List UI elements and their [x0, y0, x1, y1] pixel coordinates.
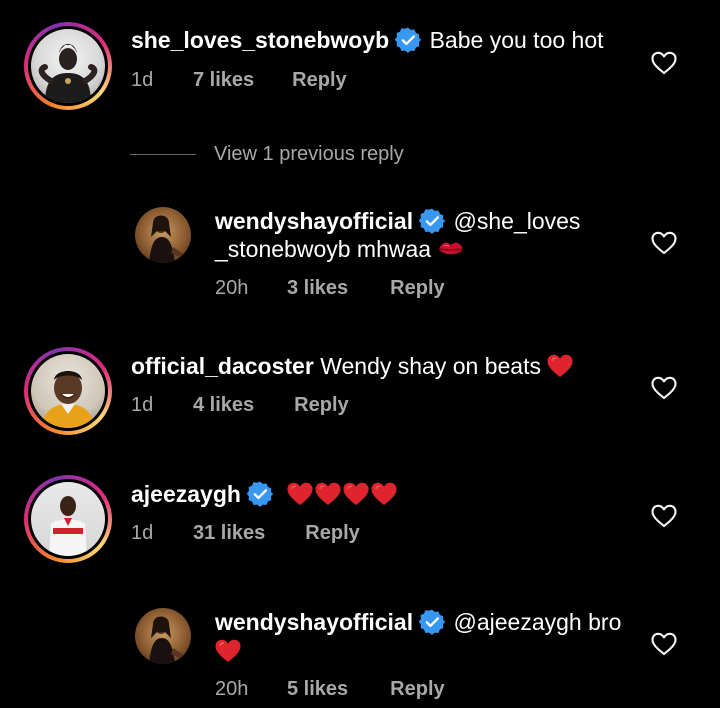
like-heart-icon[interactable] [651, 504, 677, 528]
reply-button[interactable]: Reply [292, 68, 346, 92]
verified-badge-icon [395, 27, 421, 53]
comment-meta: 1d 7 likes Reply [131, 68, 347, 92]
comment-text-line: ajeezaygh [131, 480, 397, 509]
red-heart-emoji [371, 482, 397, 506]
comment-body: Wendy shay on beats [320, 353, 541, 379]
mention-link[interactable]: @she_loves [454, 208, 581, 234]
verified-badge-icon [419, 208, 445, 234]
avatar-image [149, 215, 185, 263]
avatar[interactable] [31, 354, 105, 428]
story-ring[interactable] [24, 475, 112, 563]
username[interactable]: she_loves_stonebwoyb [131, 27, 389, 53]
comment-body-emojis [287, 481, 397, 507]
reply-button[interactable]: Reply [390, 276, 444, 300]
reply-button[interactable]: Reply [390, 677, 444, 701]
like-heart-icon[interactable] [651, 231, 677, 255]
kiss-mark-emoji [437, 237, 465, 261]
avatar[interactable] [135, 207, 191, 263]
red-heart-emoji [343, 482, 369, 506]
likes-count[interactable]: 5 likes [287, 677, 348, 701]
comment-body: @ajeezaygh bro [453, 609, 622, 635]
likes-count[interactable]: 7 likes [193, 68, 254, 92]
red-heart-emoji [287, 482, 313, 506]
red-heart-emoji [547, 354, 573, 378]
comment-meta: 20h 3 likes Reply [215, 276, 445, 300]
comment-body: Babe you too hot [429, 27, 604, 53]
username[interactable]: ajeezaygh [131, 481, 241, 507]
comment-text-line-2: _stonebwoyb mhwaa [215, 235, 465, 264]
red-heart-emoji [315, 482, 341, 506]
story-ring[interactable] [24, 22, 112, 110]
reply-button[interactable]: Reply [305, 521, 359, 545]
divider-line [130, 153, 196, 155]
verified-badge-icon [247, 481, 273, 507]
timestamp: 1d [131, 69, 154, 91]
timestamp: 1d [131, 522, 154, 544]
comment-body: _stonebwoyb mhwaa [215, 236, 432, 262]
username[interactable]: wendyshayofficial [215, 208, 413, 234]
comment-meta: 1d 4 likes Reply [131, 393, 349, 417]
avatar-image [38, 44, 98, 103]
reply-button[interactable]: Reply [294, 393, 348, 417]
username[interactable]: official_dacoster [131, 353, 314, 379]
avatar[interactable] [31, 482, 105, 556]
comment-text-line: official_dacoster Wendy shay on beats [131, 352, 573, 381]
timestamp: 1d [131, 394, 154, 416]
likes-count[interactable]: 4 likes [193, 393, 254, 417]
avatar-image [149, 616, 185, 664]
comment-text-line-2 [215, 637, 241, 666]
view-replies-label: View 1 previous reply [214, 142, 404, 165]
avatar[interactable] [135, 608, 191, 664]
comment-text-line: wendyshayofficial @she_loves [215, 207, 580, 236]
avatar-image [41, 371, 95, 428]
avatar-image [49, 496, 87, 556]
like-heart-icon[interactable] [651, 632, 677, 656]
username[interactable]: wendyshayofficial [215, 609, 413, 635]
timestamp: 20h [215, 277, 249, 299]
story-ring[interactable] [24, 347, 112, 435]
like-heart-icon[interactable] [651, 51, 677, 75]
timestamp: 20h [215, 678, 249, 700]
likes-count[interactable]: 3 likes [287, 276, 348, 300]
verified-badge-icon [419, 609, 445, 635]
like-heart-icon[interactable] [651, 376, 677, 400]
view-previous-replies-button[interactable]: View 1 previous reply [130, 141, 404, 167]
likes-count[interactable]: 31 likes [193, 521, 265, 545]
comment-meta: 20h 5 likes Reply [215, 677, 445, 701]
avatar[interactable] [31, 29, 105, 103]
red-heart-emoji [215, 639, 241, 663]
comment-text-line: she_loves_stonebwoyb Babe you too hot [131, 26, 604, 55]
comment-meta: 1d 31 likes Reply [131, 521, 360, 545]
comment-text-line: wendyshayofficial @ajeezaygh bro [215, 608, 621, 637]
